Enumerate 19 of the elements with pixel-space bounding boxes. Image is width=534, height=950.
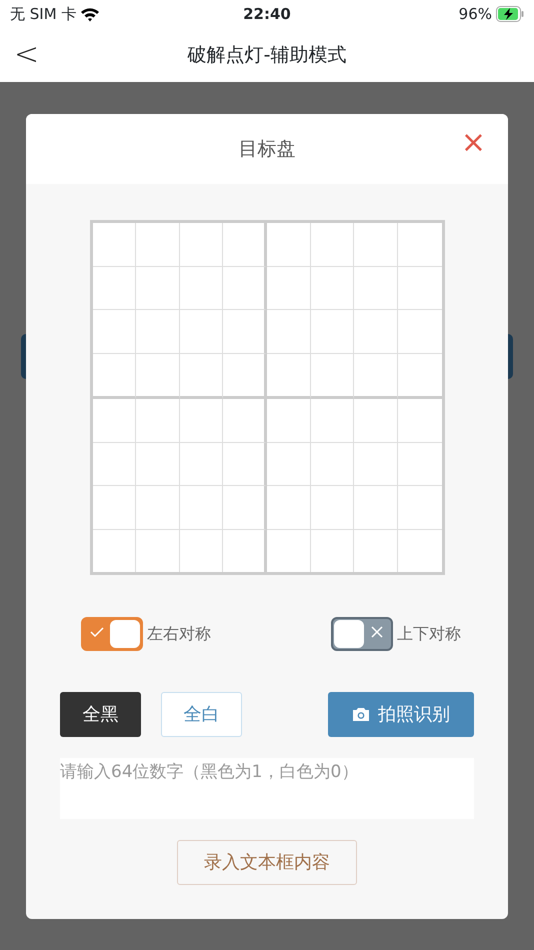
digits-input-field[interactable]: 请输入64位数字（黑色为1，白色为0） bbox=[60, 758, 474, 819]
page-title: 破解点灯-辅助模式 bbox=[186, 43, 348, 68]
carrier-text: 无 SIM 卡 bbox=[10, 4, 76, 25]
close-button[interactable]: × bbox=[460, 128, 486, 158]
toggle-switch[interactable] bbox=[81, 617, 143, 651]
camera-icon bbox=[352, 707, 370, 722]
toggle-label: 左右对称 bbox=[147, 623, 211, 645]
toggle-label: 上下对称 bbox=[397, 623, 461, 645]
clear-all-button[interactable]: 全白 bbox=[161, 692, 242, 737]
submit-text-button[interactable]: 录入文本框内容 bbox=[177, 840, 357, 885]
wifi-icon bbox=[80, 6, 100, 22]
fill-all-button[interactable]: 全黑 bbox=[60, 692, 141, 737]
toggle-switch[interactable] bbox=[331, 617, 393, 651]
photo-recognize-button[interactable]: 拍照识别 bbox=[328, 692, 474, 737]
back-button[interactable]: < bbox=[0, 40, 54, 70]
time-text: 22:40 bbox=[243, 4, 291, 25]
battery-percentage: 96% bbox=[458, 4, 492, 25]
dialog-title: 目标盘 bbox=[238, 136, 296, 162]
cross-icon bbox=[369, 624, 385, 640]
